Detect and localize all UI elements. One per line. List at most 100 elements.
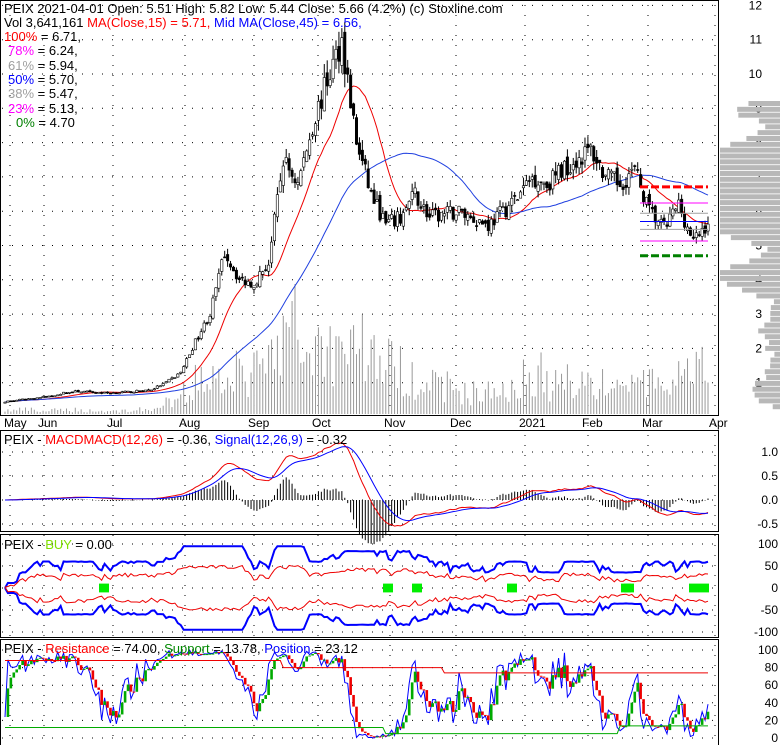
rsp-tick-label: 0 [771, 731, 778, 745]
macd-prefix: PEIX - [4, 432, 46, 447]
candle [56, 394, 60, 397]
position-bar [451, 701, 455, 712]
position-bar [402, 722, 405, 729]
candle [132, 391, 136, 394]
buy-signal-marker [507, 583, 517, 593]
position-bar [147, 668, 150, 671]
candle [167, 378, 171, 383]
volume-profile-bar [770, 310, 780, 316]
candle [196, 337, 200, 340]
candle [120, 391, 124, 394]
position-bar [355, 706, 358, 723]
candle [460, 209, 464, 211]
position-bar [384, 735, 388, 737]
candle [396, 211, 400, 227]
candle [152, 388, 156, 391]
volume-profile-bar [757, 130, 780, 136]
fib-value: = 5.70, [34, 71, 78, 87]
candle [334, 49, 338, 60]
position-bar [440, 708, 443, 712]
candle [407, 201, 411, 209]
candle [117, 392, 121, 395]
position-bar [571, 682, 575, 687]
candle [618, 180, 622, 188]
buy-value: = 0.00 [71, 537, 112, 552]
candle [267, 264, 271, 272]
candle [50, 395, 54, 398]
position-bar [612, 713, 616, 715]
candle [662, 217, 666, 222]
volume-profile-bar [770, 305, 780, 311]
position-bar [686, 717, 689, 721]
position-bar [38, 657, 42, 659]
candle [322, 77, 326, 112]
candle [70, 391, 74, 394]
position-bar [446, 704, 449, 711]
candle [67, 392, 71, 394]
candle [290, 169, 294, 177]
candle [439, 211, 443, 221]
candle [469, 215, 473, 219]
candle [255, 283, 259, 287]
position-line [4, 649, 709, 739]
position-bar [683, 703, 686, 718]
volume-profile-bar [720, 194, 780, 200]
position-bar [589, 666, 593, 669]
month-label: Sep [248, 416, 270, 430]
candle [38, 397, 42, 399]
position-bar [9, 677, 13, 689]
fib-value: = 6.71, [37, 29, 81, 44]
volume-profile-bar [764, 334, 780, 340]
position-bar [290, 659, 294, 663]
candle [437, 209, 441, 222]
candle [472, 216, 476, 223]
position-bar [428, 701, 432, 707]
candle [26, 398, 30, 401]
position-bar [100, 689, 103, 705]
volume-profile-bar [720, 217, 780, 223]
position-bar [554, 675, 557, 678]
position-bar [522, 659, 525, 661]
candle [337, 46, 341, 62]
macd-tick-label: 0.0 [761, 493, 778, 507]
position-bar [448, 701, 452, 705]
position-bar [530, 657, 534, 660]
position-bar [633, 691, 637, 703]
candle [100, 392, 104, 394]
position-bar [615, 713, 619, 721]
position-bar [563, 665, 566, 678]
candle [284, 157, 288, 163]
position-bar [156, 662, 159, 667]
rsp-tick-label: 20 [765, 713, 779, 727]
position-bar [651, 720, 654, 726]
volume-profile-bar [773, 299, 780, 305]
position-bar [630, 702, 634, 714]
candle [562, 160, 566, 180]
position-bar [443, 708, 446, 711]
candle [463, 208, 467, 218]
candle [47, 395, 51, 398]
candle [375, 199, 379, 202]
position-bar [322, 659, 326, 661]
buy-signal-marker [624, 583, 634, 593]
candle [606, 169, 610, 180]
position-bar [607, 714, 610, 719]
resistance-value: = 74.00, [109, 641, 165, 656]
position-bar [601, 695, 604, 713]
candle [199, 331, 203, 339]
candle [539, 181, 543, 184]
position-bar [489, 704, 493, 721]
candle [208, 316, 212, 323]
position-bar [88, 667, 92, 671]
position-bar [238, 671, 241, 676]
candle [357, 142, 361, 155]
position-bar [416, 671, 420, 682]
candle [589, 144, 593, 147]
position-bar [138, 677, 142, 679]
volume-profile-bar [742, 287, 780, 293]
fib-pct: 61% [8, 57, 35, 73]
position-bar [109, 707, 112, 716]
candle [211, 297, 215, 319]
volume-profile-bar [758, 118, 780, 124]
position-bar [343, 659, 347, 671]
